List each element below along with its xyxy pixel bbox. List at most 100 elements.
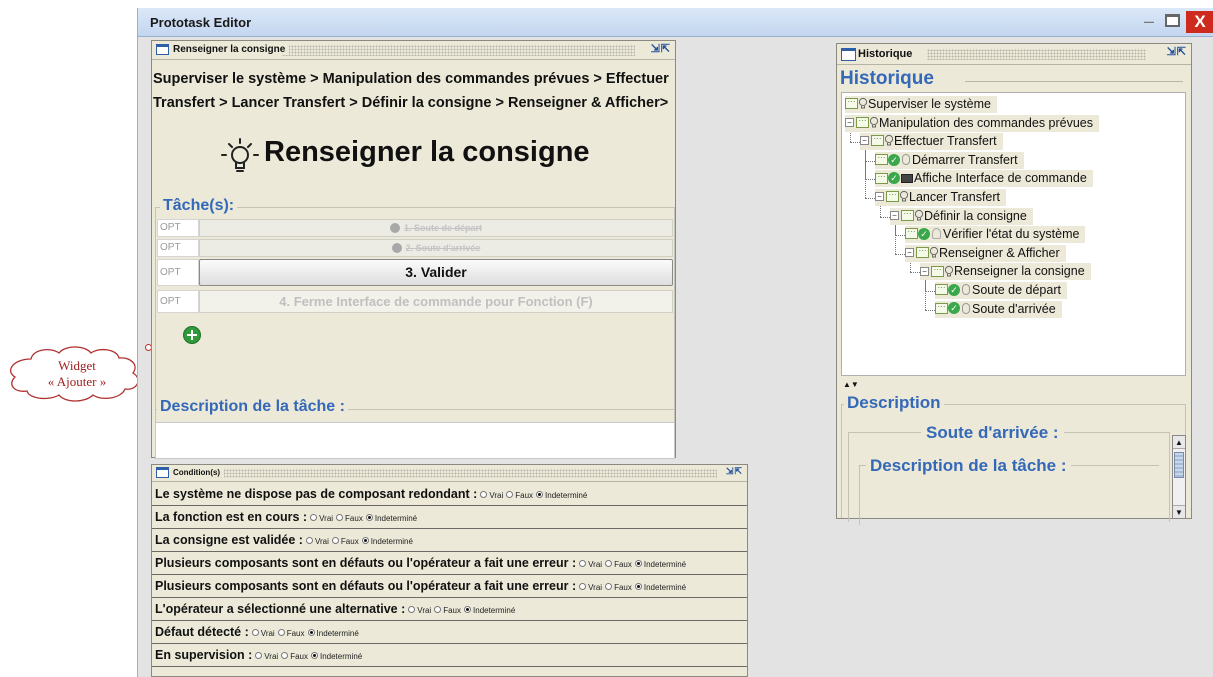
opt-checkbox[interactable]: OPT: [157, 259, 199, 286]
radio-button[interactable]: [480, 491, 488, 499]
collapse-icon[interactable]: −: [920, 266, 929, 276]
condition-label: Défaut détecté :: [155, 625, 249, 639]
add-task-icon[interactable]: [183, 326, 201, 344]
collapse-icon[interactable]: −: [845, 117, 854, 127]
radio-label: Faux: [286, 629, 305, 638]
task-node-icon: ···: [931, 265, 944, 277]
history-tree[interactable]: ··· Superviser le système − ··· Manipulation…: [841, 92, 1186, 376]
opt-checkbox[interactable]: OPT: [157, 239, 199, 257]
radio-label: Vrai: [319, 514, 334, 523]
task-node-icon: ···: [935, 284, 948, 296]
bulb-icon: [929, 246, 939, 258]
conditions-list: Le système ne dispose pas de composant r…: [152, 483, 747, 667]
task-button[interactable]: 2. Soute d'arrivée: [199, 239, 673, 257]
selected-task-description-group: Description de la tâche :: [859, 456, 1159, 525]
valider-task-button[interactable]: 3. Valider: [199, 259, 673, 286]
radio-button[interactable]: [579, 583, 587, 591]
task-row: OPT 4. Ferme Interface de commande pour …: [157, 290, 673, 313]
radio-button[interactable]: [307, 629, 315, 637]
tree-connector: [880, 216, 890, 218]
radio-button[interactable]: [255, 652, 263, 660]
radio-button[interactable]: [361, 537, 369, 545]
radio-button[interactable]: [605, 560, 613, 568]
task-button[interactable]: 4. Ferme Interface de commande pour Fonc…: [199, 290, 673, 313]
condition-radio-group: Vrai Faux Indeterminé: [576, 560, 686, 569]
check-icon: ✓: [918, 227, 930, 240]
maximize-button[interactable]: [1162, 11, 1184, 33]
tree-node[interactable]: ··· ✓ Démarrer Transfert: [875, 151, 1024, 169]
tree-node[interactable]: − ··· Définir la consigne: [890, 207, 1033, 225]
task-button[interactable]: 1. Soute de départ: [199, 219, 673, 237]
tree-node[interactable]: − ··· Renseigner la consigne: [920, 263, 1091, 281]
split-pane-arrows-icon[interactable]: ▲▼: [843, 381, 859, 389]
radio-button[interactable]: [251, 629, 259, 637]
tree-node[interactable]: ··· ✓ Soute de départ: [935, 282, 1067, 299]
vertical-scrollbar[interactable]: ▲ ▼: [1172, 435, 1186, 519]
bulb-icon: [944, 265, 954, 277]
task-row: OPT 1. Soute de départ: [157, 219, 673, 237]
radio-button[interactable]: [408, 606, 416, 614]
task-node-icon: ···: [901, 209, 914, 221]
collapse-icon[interactable]: −: [890, 210, 899, 220]
scroll-down-icon[interactable]: ▼: [1173, 505, 1185, 518]
condition-radio-group: Vrai Faux Indeterminé: [252, 652, 362, 661]
tree-node[interactable]: ··· ✓ Soute d'arrivée: [935, 300, 1062, 318]
close-button[interactable]: X: [1186, 11, 1213, 33]
tree-node-label: Manipulation des commandes prévues: [879, 115, 1094, 130]
radio-button[interactable]: [310, 652, 318, 660]
task-description-field[interactable]: [155, 422, 675, 459]
tree-node[interactable]: − ··· Effectuer Transfert: [860, 133, 1003, 151]
radio-button[interactable]: [336, 514, 344, 522]
frame-resize-icons[interactable]: ⇲⇱: [1167, 45, 1187, 58]
tree-connector: [910, 272, 920, 274]
radio-button[interactable]: [331, 537, 339, 545]
radio-button[interactable]: [277, 629, 285, 637]
condition-row: La fonction est en cours : Vrai Faux Indete…: [152, 506, 747, 529]
tree-node[interactable]: ··· ✓ Vérifier l'état du système: [905, 226, 1086, 244]
frame-resize-icons[interactable]: ⇲⇱: [651, 42, 671, 55]
check-icon: ✓: [888, 172, 900, 185]
radio-button[interactable]: [434, 606, 442, 614]
consigne-frame-titlebar[interactable]: Renseigner la consigne ⇲⇱: [152, 41, 675, 60]
scrollbar-thumb[interactable]: [1174, 452, 1184, 478]
radio-button[interactable]: [464, 606, 472, 614]
collapse-icon[interactable]: −: [860, 136, 869, 146]
condition-label: En supervision :: [155, 648, 253, 662]
radio-button[interactable]: [634, 560, 642, 568]
conditions-frame-titlebar[interactable]: Condition(s) ⇲⇱: [152, 465, 747, 482]
radio-button[interactable]: [310, 514, 318, 522]
callout-line-1: Widget: [58, 358, 96, 373]
historique-frame-titlebar[interactable]: Historique ⇲⇱: [837, 44, 1191, 65]
app-title: Prototask Editor: [150, 15, 252, 30]
opt-checkbox[interactable]: OPT: [157, 290, 199, 313]
tree-node-label: Soute de départ: [972, 283, 1061, 297]
radio-button[interactable]: [579, 560, 587, 568]
radio-button[interactable]: [536, 491, 544, 499]
radio-label: Indeterminé: [316, 629, 359, 638]
tree-node[interactable]: ··· ✓ Affiche Interface de commande: [875, 170, 1093, 188]
radio-button[interactable]: [634, 583, 642, 591]
task-node-icon: ···: [916, 247, 929, 258]
tree-node[interactable]: − ··· Renseigner & Afficher: [905, 244, 1066, 262]
titlebar-grip: [927, 49, 1146, 60]
radio-button[interactable]: [365, 514, 373, 522]
tree-connector: [925, 309, 935, 311]
radio-button[interactable]: [506, 491, 514, 499]
radio-button[interactable]: [605, 583, 613, 591]
condition-row: En supervision : Vrai Faux Indeterminé: [152, 644, 747, 667]
frame-resize-icons[interactable]: ⇲⇱: [726, 466, 743, 477]
condition-radio-group: Vrai Faux Indeterminé: [303, 537, 413, 546]
collapse-icon[interactable]: −: [905, 248, 914, 257]
scroll-up-icon[interactable]: ▲: [1173, 436, 1185, 449]
tree-connector: [850, 142, 860, 144]
opt-checkbox[interactable]: OPT: [157, 219, 199, 237]
check-icon: ✓: [948, 302, 960, 315]
radio-button[interactable]: [305, 537, 313, 545]
radio-button[interactable]: [281, 652, 289, 660]
tree-node[interactable]: ··· Superviser le système: [845, 96, 997, 113]
collapse-icon[interactable]: −: [875, 192, 884, 202]
tree-node[interactable]: − ··· Manipulation des commandes prévues: [845, 114, 1100, 132]
tree-node[interactable]: − ··· Lancer Transfert: [875, 189, 1007, 206]
window-icon: [841, 48, 856, 61]
minimize-button[interactable]: –: [1138, 11, 1160, 33]
